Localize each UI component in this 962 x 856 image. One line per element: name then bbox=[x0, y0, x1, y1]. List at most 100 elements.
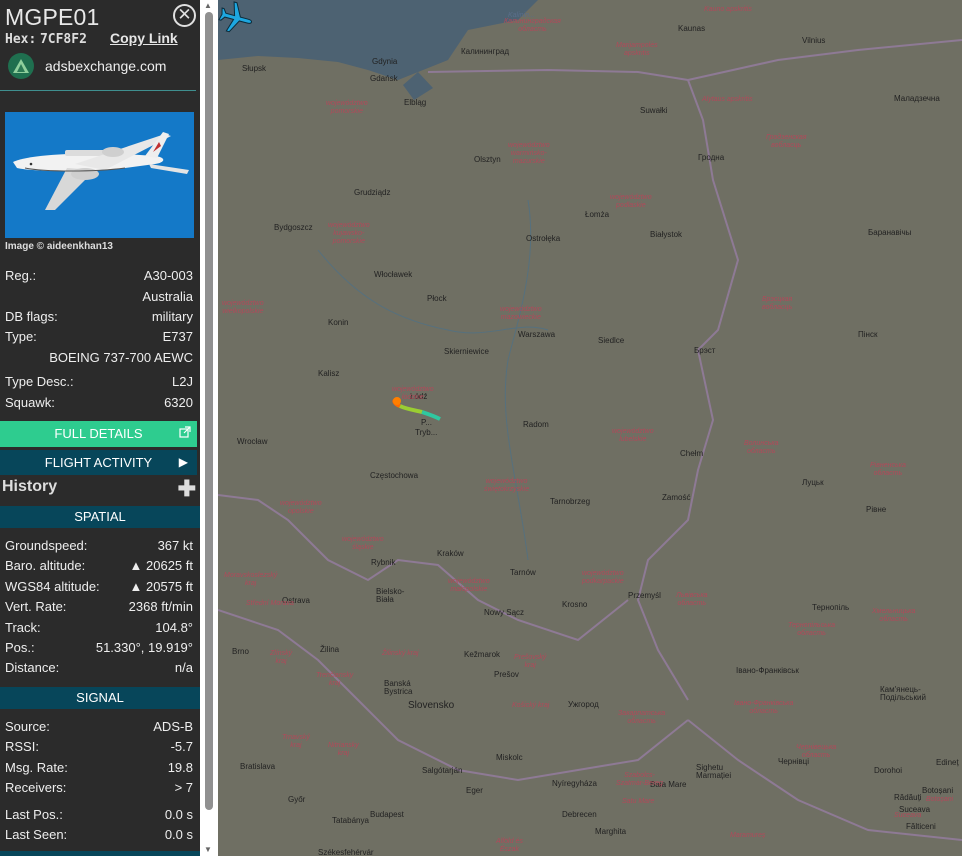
scroll-up-icon[interactable]: ▲ bbox=[204, 1, 212, 10]
city-plock: Płock bbox=[427, 294, 447, 303]
city-przemysl: Przemyśl bbox=[628, 591, 661, 600]
province-suceava: Suceava bbox=[894, 812, 922, 819]
province-kosicky: Košický kraj bbox=[512, 702, 550, 709]
hex-value: 7CF8F2 bbox=[39, 32, 87, 47]
city-nowy-sacz: Nowy Sącz bbox=[484, 608, 525, 617]
city-olsztyn: Olsztyn bbox=[474, 155, 501, 164]
province-nitriansky: Nitriansky kraj bbox=[328, 742, 359, 757]
copy-link-button[interactable]: Copy Link bbox=[110, 30, 178, 46]
groundspeed-row: Groundspeed: 367 kt bbox=[5, 538, 193, 555]
receivers-label: Receivers: bbox=[5, 780, 67, 795]
province-warminsko: województwo warmińsko- mazurskie bbox=[508, 142, 550, 165]
section-bar-bottom bbox=[0, 851, 200, 856]
full-details-button[interactable]: FULL DETAILS bbox=[0, 421, 197, 447]
db-flags-value: military bbox=[151, 309, 193, 324]
city-czestochowa: Częstochowa bbox=[370, 471, 419, 480]
province-brestskaya: Брэсцкая вобласць bbox=[762, 296, 793, 311]
country-slovensko: Slovensko bbox=[408, 700, 455, 711]
province-wielkopolskie: województwo wielkopolskie bbox=[222, 300, 264, 315]
city-kamianets: Кам'янець- Подільський bbox=[880, 685, 926, 702]
city-edinet: Edineț bbox=[936, 758, 959, 767]
city-grodno: Гродна bbox=[698, 153, 725, 162]
province-alfold: Alföld és Észak bbox=[496, 838, 523, 853]
province-satu-mare: Satu Mare bbox=[622, 798, 655, 805]
type-row: Type: E737 bbox=[5, 329, 193, 346]
province-lodzkie: województwo łódzkie bbox=[392, 386, 434, 401]
province-swietokrzyskie: województwo świętokrzyskie bbox=[484, 478, 530, 493]
province-lvivska: Львівська область bbox=[676, 592, 708, 607]
registration-row: Reg.: A30-003 bbox=[5, 268, 193, 285]
db-flags-label: DB flags: bbox=[5, 309, 58, 324]
vert-rate-value: 2368 ft/min bbox=[128, 599, 193, 614]
baro-altitude-label: Baro. altitude: bbox=[5, 558, 86, 573]
city-pinsk: Пінск bbox=[858, 330, 878, 339]
city-banska-bystrica: Banská Bystrica bbox=[384, 679, 413, 696]
city-maladzechna: Маладзечна bbox=[894, 94, 940, 103]
vert-rate-row: Vert. Rate: 2368 ft/min bbox=[5, 599, 193, 616]
position-value: 51.330°, 19.919° bbox=[95, 640, 193, 655]
province-khmelnytska: Хмельницька область bbox=[872, 608, 916, 623]
city-nyiregyhaza: Nyíregyháza bbox=[552, 779, 597, 788]
city-radauti: Rădăuți bbox=[894, 793, 922, 802]
msg-rate-value: 19.8 bbox=[167, 760, 193, 775]
adsbexchange-link[interactable]: adsbexchange.com bbox=[8, 53, 166, 79]
map-view[interactable]: Kalinin... Калининград Gdańsk Gdynia Słu… bbox=[218, 0, 962, 856]
spatial-section-header: SPATIAL bbox=[0, 506, 200, 528]
country-value: Australia bbox=[142, 289, 193, 304]
city-krosno: Krosno bbox=[562, 600, 588, 609]
aircraft-marker-icon[interactable] bbox=[218, 0, 254, 36]
distance-row: Distance: n/a bbox=[5, 660, 193, 677]
city-gyor: Győr bbox=[288, 795, 306, 804]
track-row: Track: 104.8° bbox=[5, 620, 193, 637]
hex-line: Hex: 7CF8F2 bbox=[5, 31, 87, 47]
city-rybnik: Rybnik bbox=[371, 558, 396, 567]
province-botosani: Botoșani bbox=[926, 796, 954, 803]
province-grodzenskaya: Гродзенская вобласць bbox=[766, 134, 807, 149]
msg-rate-row: Msg. Rate: 19.8 bbox=[5, 760, 193, 777]
db-flags-row: DB flags: military bbox=[5, 309, 193, 326]
province-kaliningradskaya: Калининградская область bbox=[504, 18, 561, 33]
city-ivano-frankivsk: Івано-Франківськ bbox=[736, 666, 799, 675]
flight-activity-label: FLIGHT ACTIVITY bbox=[44, 455, 153, 470]
last-pos-label: Last Pos.: bbox=[5, 807, 63, 822]
chevron-right-icon: ▶ bbox=[178, 455, 188, 469]
province-kauno: Kauno apskritis bbox=[704, 6, 752, 13]
wgs84-altitude-row: WGS84 altitude: ▲ 20575 ft bbox=[5, 579, 193, 596]
city-salgotarjan: Salgótarján bbox=[422, 766, 463, 775]
city-lutsk: Луцьк bbox=[802, 478, 824, 487]
city-konin: Konin bbox=[328, 318, 349, 327]
history-header[interactable]: History ✚ bbox=[2, 478, 197, 500]
distance-value: n/a bbox=[174, 660, 193, 675]
province-zilinsky: Žilinský kraj bbox=[382, 650, 419, 657]
last-seen-label: Last Seen: bbox=[5, 827, 68, 842]
province-chernivetska: Чернівецька область bbox=[796, 744, 837, 759]
city-radom: Radom bbox=[523, 420, 549, 429]
external-link-icon bbox=[179, 426, 191, 438]
aircraft-photo[interactable] bbox=[5, 112, 194, 238]
city-elblag: Elbląg bbox=[404, 98, 427, 107]
expand-plus-icon[interactable]: ✚ bbox=[178, 478, 196, 500]
track-label: Track: bbox=[5, 620, 41, 635]
squawk-label: Squawk: bbox=[5, 395, 55, 410]
city-tarnow: Tarnów bbox=[510, 568, 536, 577]
city-piotrkow: P... bbox=[421, 418, 432, 427]
flight-activity-button[interactable]: FLIGHT ACTIVITY ▶ bbox=[0, 450, 197, 475]
scroll-down-icon[interactable]: ▼ bbox=[204, 845, 212, 854]
receivers-value: > 7 bbox=[174, 780, 193, 795]
aircraft-info-sidebar: MGPE01 ✕ Hex: 7CF8F2 Copy Link adsbexcha… bbox=[0, 0, 200, 856]
distance-label: Distance: bbox=[5, 660, 60, 675]
receivers-row: Receivers: > 7 bbox=[5, 780, 193, 797]
sidebar-scrollbar[interactable]: ▲ ▼ bbox=[200, 0, 218, 856]
squawk-value: 6320 bbox=[164, 395, 193, 410]
city-botosani: Botoșani bbox=[922, 786, 954, 795]
city-slupsk: Słupsk bbox=[242, 64, 267, 73]
city-bialystok: Białystok bbox=[650, 230, 683, 239]
city-ostroleka: Ostrołęka bbox=[526, 234, 561, 243]
type-value: E737 bbox=[162, 329, 193, 344]
last-pos-value: 0.0 s bbox=[164, 807, 193, 822]
scroll-thumb[interactable] bbox=[205, 12, 213, 810]
province-opolskie: województwo opolskie bbox=[280, 500, 322, 515]
province-trenciansky: Trenčiansky kraj bbox=[316, 672, 354, 687]
city-gdansk: Gdańsk bbox=[370, 74, 398, 83]
close-button[interactable]: ✕ bbox=[173, 4, 196, 27]
